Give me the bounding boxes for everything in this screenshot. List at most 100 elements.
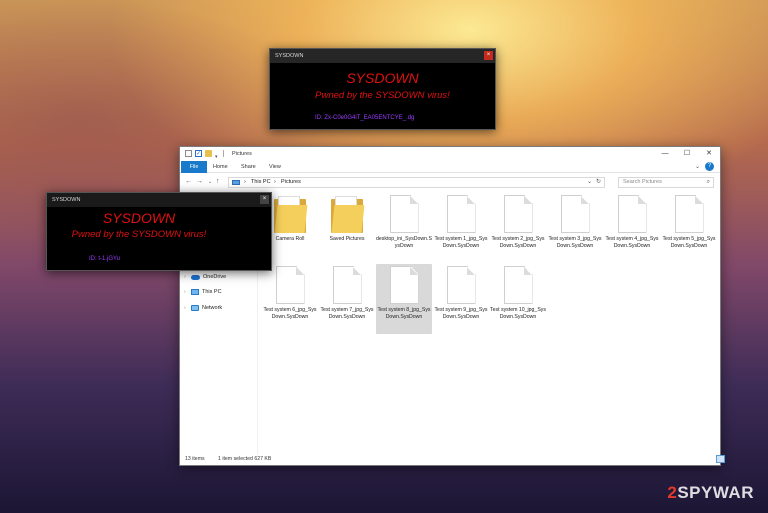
item-label: Test system 10_jpg_SysDown.SysDown	[490, 307, 546, 320]
file-item[interactable]: desktop_ini_SysDown.SysDown	[376, 193, 432, 250]
chevron-down-icon[interactable]: ▾	[215, 150, 220, 160]
chevron-down-icon[interactable]: ⌄	[587, 178, 592, 187]
chevron-right-icon[interactable]: ›	[184, 272, 188, 282]
file-item[interactable]: Test system 6_jpg_SysDown.SysDown	[262, 264, 318, 321]
file-grid: Camera Roll Saved Pictures desktop_ini_S…	[260, 192, 720, 455]
breadcrumb-pictures[interactable]: Pictures	[281, 178, 301, 187]
file-item[interactable]: Test system 9_jpg_SysDown.SysDown	[433, 264, 489, 321]
address-row: ← → ⌄ ↑ › This PC › Pictures ⌄ ↻ Search …	[180, 173, 720, 191]
file-item[interactable]: Test system 1_jpg_SysDown.SysDown	[433, 193, 489, 250]
close-icon[interactable]: ×	[260, 195, 269, 204]
network-icon	[191, 305, 199, 311]
close-icon[interactable]: ✕	[698, 147, 720, 161]
file-icon	[674, 195, 704, 233]
ransom-id: ID: Zx-C0e0G4iT_EA05ENTCYE_.dg	[315, 115, 415, 121]
item-label: Test system 3_jpg_SysDown.SysDown	[548, 236, 602, 249]
item-label: Saved Pictures	[329, 236, 365, 242]
tab-share[interactable]: Share	[241, 161, 256, 173]
close-icon[interactable]: ×	[484, 51, 493, 60]
file-icon	[446, 195, 476, 233]
chevron-right-icon[interactable]: ›	[184, 287, 188, 297]
folder-icon	[331, 195, 365, 233]
search-icon[interactable]: ⌕	[707, 178, 710, 187]
help-icon[interactable]: ?	[705, 162, 714, 171]
item-count: 13 items	[185, 456, 205, 462]
this-pc-icon	[232, 180, 240, 185]
watermark-logo: 2SPYWAR	[667, 483, 754, 502]
explorer-titlebar[interactable]: ✓ ▾ Pictures — ☐ ✕	[180, 147, 720, 161]
checkmark-icon[interactable]: ✓	[195, 150, 202, 157]
folder-icon	[274, 195, 308, 233]
sidebar-item-label: This PC	[202, 289, 222, 295]
ransom-message: Pwned by the SYSDOWN virus!	[71, 229, 207, 240]
quick-access-toolbar: ✓ ▾	[185, 150, 224, 160]
tab-home[interactable]: Home	[213, 161, 228, 173]
tab-file[interactable]: File	[181, 161, 207, 173]
up-arrow-icon[interactable]: ↑	[216, 177, 220, 187]
selection-info: 1 item selected 627 KB	[218, 456, 272, 462]
file-item[interactable]: Test system 7_jpg_SysDown.SysDown	[319, 264, 375, 321]
sidebar-item-onedrive[interactable]: › OneDrive	[184, 272, 226, 282]
properties-icon[interactable]	[185, 150, 192, 157]
window-controls: — ☐ ✕	[654, 147, 720, 161]
address-bar[interactable]: › This PC › Pictures ⌄ ↻	[228, 177, 605, 188]
file-item[interactable]: Test system 3_jpg_SysDown.SysDown	[547, 193, 603, 250]
separator	[223, 150, 224, 157]
back-arrow-icon[interactable]: ←	[185, 177, 192, 187]
ransom-note-titlebar[interactable]: SYSDOWN ×	[270, 49, 495, 63]
breadcrumb-this-pc[interactable]: This PC	[251, 178, 271, 187]
large-icons-view-icon[interactable]	[716, 455, 725, 463]
folder-item[interactable]: Saved Pictures	[319, 193, 375, 243]
ransom-id: ID: t-1.jGYu	[89, 256, 121, 262]
file-icon	[503, 266, 533, 304]
search-placeholder: Search Pictures	[623, 179, 662, 185]
item-label: Test system 2_jpg_SysDown.SysDown	[491, 236, 545, 249]
file-icon	[275, 266, 305, 304]
file-item-selected[interactable]: Test system 8_jpg_SysDown.SysDown	[376, 264, 432, 334]
ransom-note-title: SYSDOWN	[52, 197, 81, 203]
file-item[interactable]: Test system 2_jpg_SysDown.SysDown	[490, 193, 546, 250]
ransom-heading: SYSDOWN	[102, 210, 176, 226]
forward-arrow-icon[interactable]: →	[196, 177, 203, 187]
item-label: Test system 9_jpg_SysDown.SysDown	[434, 307, 488, 320]
ransom-message: Pwned by the SYSDOWN virus!	[315, 90, 450, 101]
file-item[interactable]: Test system 5_jpg_SysDown.SysDown	[661, 193, 717, 250]
item-label: desktop_ini_SysDown.SysDown	[376, 236, 432, 249]
file-item[interactable]: Test system 10_jpg_SysDown.SysDown	[490, 264, 546, 321]
chevron-right-icon[interactable]: ›	[184, 303, 188, 313]
ransom-note-title: SYSDOWN	[275, 53, 304, 59]
status-bar: 13 items 1 item selected 627 KB	[180, 453, 725, 465]
item-label: Test system 5_jpg_SysDown.SysDown	[662, 236, 716, 249]
sidebar-item-label: Network	[202, 305, 223, 311]
item-label: Test system 6_jpg_SysDown.SysDown	[263, 307, 317, 320]
search-input[interactable]: Search Pictures ⌕	[618, 177, 714, 188]
item-label: Test system 7_jpg_SysDown.SysDown	[320, 307, 374, 320]
sidebar-item-this-pc[interactable]: › This PC	[184, 287, 222, 297]
new-folder-icon[interactable]	[205, 150, 212, 157]
file-icon	[332, 266, 362, 304]
breadcrumb-separator: ›	[274, 179, 276, 185]
file-icon	[617, 195, 647, 233]
file-item[interactable]: Test system 4_jpg_SysDown.SysDown	[604, 193, 660, 250]
window-title: Pictures	[232, 151, 252, 157]
maximize-icon[interactable]: ☐	[676, 147, 698, 161]
file-icon	[446, 266, 476, 304]
minimize-icon[interactable]: —	[654, 147, 676, 161]
item-label: Test system 4_jpg_SysDown.SysDown	[605, 236, 659, 249]
ribbon-tabs: File Home Share View ⌄ ?	[180, 161, 720, 173]
sidebar-item-network[interactable]: › Network	[184, 303, 222, 313]
chevron-down-icon[interactable]: ⌄	[695, 161, 700, 173]
recent-chevron-icon[interactable]: ⌄	[208, 177, 212, 187]
file-icon	[389, 195, 419, 233]
ransom-note-titlebar[interactable]: SYSDOWN ×	[47, 193, 271, 207]
file-icon	[389, 266, 419, 304]
sidebar-item-label: OneDrive	[203, 274, 227, 280]
ransom-note-window[interactable]: SYSDOWN × SYSDOWN Pwned by the SYSDOWN v…	[46, 192, 272, 271]
computer-icon	[191, 289, 199, 295]
file-icon	[503, 195, 533, 233]
item-label: Test system 1_jpg_SysDown.SysDown	[434, 236, 488, 249]
ransom-heading: SYSDOWN	[346, 70, 419, 86]
tab-view[interactable]: View	[269, 161, 281, 173]
ransom-note-window[interactable]: SYSDOWN × SYSDOWN Pwned by the SYSDOWN v…	[269, 48, 496, 130]
refresh-icon[interactable]: ↻	[596, 178, 601, 187]
